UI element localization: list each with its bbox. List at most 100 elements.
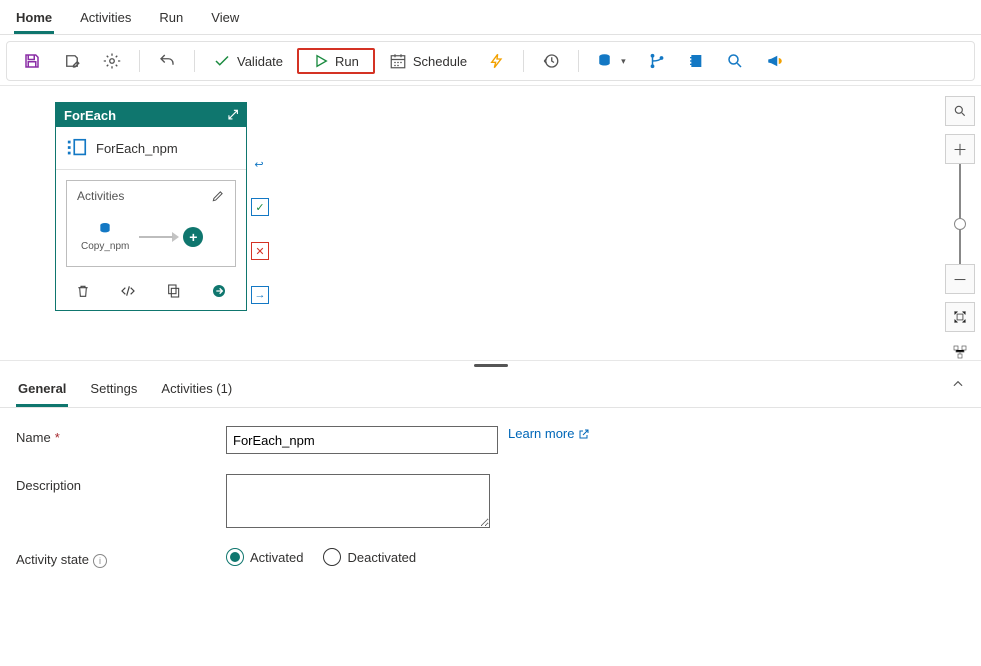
- delete-button[interactable]: [75, 283, 91, 302]
- save-as-button[interactable]: [55, 48, 89, 74]
- layout-icon: [952, 344, 968, 360]
- chevron-up-icon: [951, 377, 965, 391]
- run-button[interactable]: Run: [297, 48, 375, 74]
- chevron-down-icon: ▾: [621, 56, 626, 67]
- check-icon: [213, 52, 231, 70]
- status-success-icon: ✓: [251, 198, 269, 216]
- activity-status-indicators: ↩ ✓ ✕ →: [251, 156, 269, 304]
- save-as-icon: [63, 52, 81, 70]
- trigger-button[interactable]: [481, 48, 513, 74]
- trash-icon: [75, 283, 91, 299]
- copy-activity[interactable]: Copy_npm: [81, 221, 129, 252]
- general-form: Name* Learn more Description Activity st…: [0, 408, 981, 606]
- prop-tab-general[interactable]: General: [16, 377, 68, 407]
- radio-dot-icon: [226, 548, 244, 566]
- add-activity-button[interactable]: +: [183, 227, 203, 247]
- validate-button[interactable]: Validate: [205, 48, 291, 74]
- history-icon: [542, 52, 560, 70]
- schedule-button[interactable]: Schedule: [381, 48, 475, 74]
- history-button[interactable]: [534, 48, 568, 74]
- zoom-out-button[interactable]: －: [945, 264, 975, 294]
- notebook-button[interactable]: [680, 48, 712, 74]
- fit-icon: [953, 310, 967, 324]
- schedule-label: Schedule: [413, 54, 467, 69]
- canvas-search-button[interactable]: [945, 96, 975, 126]
- inner-activities-label: Activities: [77, 189, 124, 203]
- branch-button[interactable]: [640, 48, 674, 74]
- learn-more-link[interactable]: Learn more: [508, 426, 590, 441]
- save-icon: [23, 52, 41, 70]
- layout-button[interactable]: [946, 338, 974, 366]
- copy-data-icon: [96, 221, 114, 237]
- status-completion-icon: →: [251, 286, 269, 304]
- arrow-circle-icon: [211, 283, 227, 299]
- go-button[interactable]: [211, 283, 227, 302]
- gear-icon: [103, 52, 121, 70]
- radio-deactivated[interactable]: Deactivated: [323, 548, 416, 566]
- status-fail-icon: ✕: [251, 242, 269, 260]
- expand-icon[interactable]: ⤢: [228, 107, 238, 123]
- divider: [139, 50, 140, 72]
- panel-resize-handle[interactable]: [0, 361, 981, 369]
- copy-icon: [166, 283, 182, 299]
- info-icon[interactable]: i: [93, 554, 107, 568]
- description-label: Description: [16, 474, 226, 493]
- external-link-icon: [578, 428, 590, 440]
- zoom-in-button[interactable]: ＋: [945, 134, 975, 164]
- calendar-icon: [389, 52, 407, 70]
- foreach-icon: [66, 137, 88, 159]
- branch-icon: [648, 52, 666, 70]
- search-icon: [726, 52, 744, 70]
- status-skip-icon: ↩: [251, 156, 267, 172]
- zoom-slider[interactable]: [959, 164, 961, 264]
- settings-button[interactable]: [95, 48, 129, 74]
- fit-button[interactable]: [945, 302, 975, 332]
- pipeline-canvas[interactable]: ForEach ⤢ ForEach_npm Activities Copy_np…: [0, 85, 981, 361]
- name-label: Name*: [16, 426, 226, 445]
- run-label: Run: [335, 54, 359, 69]
- activity-state-label: Activity statei: [16, 548, 226, 568]
- clone-button[interactable]: [166, 283, 182, 302]
- lightning-icon: [489, 52, 505, 70]
- tab-run[interactable]: Run: [157, 6, 185, 34]
- name-input[interactable]: [226, 426, 498, 454]
- save-button[interactable]: [15, 48, 49, 74]
- copy-activity-label: Copy_npm: [81, 241, 129, 252]
- divider: [194, 50, 195, 72]
- foreach-inner-panel: Activities Copy_npm +: [66, 180, 236, 267]
- foreach-card-header: ForEach ⤢: [56, 103, 246, 127]
- code-button[interactable]: [120, 283, 136, 302]
- activity-type-label: ForEach: [64, 108, 116, 123]
- database-icon: [597, 52, 615, 70]
- flow-arrow: [139, 236, 173, 238]
- divider: [578, 50, 579, 72]
- search-toolbar-button[interactable]: [718, 48, 752, 74]
- tab-home[interactable]: Home: [14, 6, 54, 34]
- top-tab-bar: Home Activities Run View: [0, 0, 981, 35]
- tab-view[interactable]: View: [209, 6, 241, 34]
- undo-button[interactable]: [150, 48, 184, 74]
- description-input[interactable]: [226, 474, 490, 528]
- notebook-icon: [688, 52, 704, 70]
- megaphone-icon: [766, 52, 784, 70]
- data-source-button[interactable]: ▾: [589, 48, 634, 74]
- play-icon: [313, 53, 329, 69]
- announce-button[interactable]: [758, 48, 792, 74]
- toolbar: Validate Run Schedule ▾: [6, 41, 975, 81]
- undo-icon: [158, 52, 176, 70]
- radio-activated[interactable]: Activated: [226, 548, 303, 566]
- code-icon: [120, 283, 136, 299]
- activity-name-label: ForEach_npm: [96, 141, 178, 156]
- foreach-activity-card[interactable]: ForEach ⤢ ForEach_npm Activities Copy_np…: [55, 102, 247, 311]
- prop-tab-activities[interactable]: Activities (1): [159, 377, 234, 407]
- radio-dot-icon: [323, 548, 341, 566]
- tab-activities[interactable]: Activities: [78, 6, 133, 34]
- activity-state-radio-group: Activated Deactivated: [226, 548, 416, 566]
- divider: [523, 50, 524, 72]
- pencil-icon[interactable]: [211, 189, 225, 203]
- card-action-bar: [56, 277, 246, 310]
- prop-tab-settings[interactable]: Settings: [88, 377, 139, 407]
- collapse-panel-button[interactable]: [951, 377, 965, 394]
- validate-label: Validate: [237, 54, 283, 69]
- property-tab-bar: General Settings Activities (1): [0, 369, 981, 408]
